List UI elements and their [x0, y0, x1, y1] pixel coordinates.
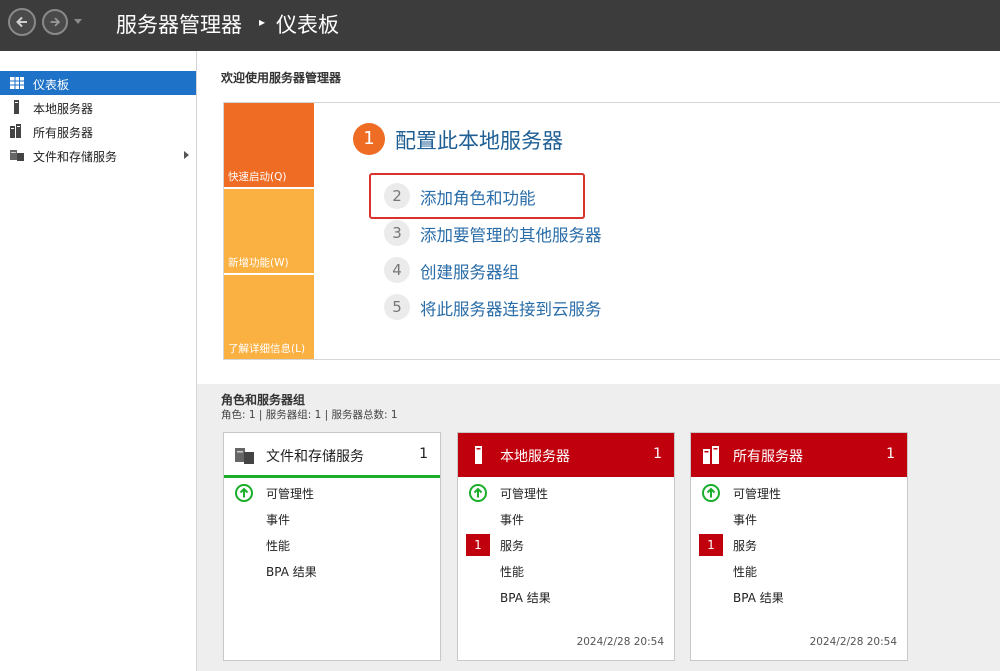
- breadcrumb-separator: ▸: [259, 15, 266, 29]
- step-number-2: 2: [384, 183, 410, 209]
- row-label: BPA 结果: [733, 591, 784, 605]
- services-alert-badge: 1: [699, 534, 723, 556]
- sidebar-item-label: 所有服务器: [33, 126, 94, 140]
- forward-button[interactable]: [42, 9, 68, 35]
- row-events[interactable]: 事件: [224, 507, 440, 531]
- forward-arrow-icon: [50, 17, 61, 27]
- tile-learn-more[interactable]: 了解详细信息(L): [224, 275, 314, 359]
- roles-title: 角色和服务器组: [221, 393, 306, 407]
- dashboard-icon: [10, 77, 24, 89]
- sidebar: 仪表板 本地服务器 所有服务器 文件和存储服务: [0, 51, 197, 671]
- ok-status-icon: [702, 484, 720, 502]
- step-configure-local-server[interactable]: 配置此本地服务器: [395, 125, 563, 155]
- servers-icon: [703, 446, 719, 464]
- sidebar-item-local-server[interactable]: 本地服务器: [0, 95, 196, 119]
- row-performance[interactable]: 性能: [691, 559, 907, 583]
- back-button[interactable]: [8, 8, 36, 36]
- row-services[interactable]: 1 服务: [691, 533, 907, 557]
- row-manageability[interactable]: 可管理性: [458, 481, 674, 505]
- step-number-3: 3: [384, 220, 410, 246]
- row-label: 事件: [266, 513, 291, 527]
- history-dropdown-icon[interactable]: [74, 19, 82, 24]
- welcome-panel: 快速启动(Q) 新增功能(W) 了解详细信息(L) 1 配置此本地服务器 2 添…: [223, 102, 1000, 360]
- role-card-file-storage[interactable]: 文件和存储服务 1 可管理性 事件 性能 BPA 结果: [223, 432, 441, 661]
- row-events[interactable]: 事件: [458, 507, 674, 531]
- row-manageability[interactable]: 可管理性: [691, 481, 907, 505]
- role-card-all-servers[interactable]: 所有服务器 1 可管理性 事件 1 服务 性能 BPA 结果 2024/2/28…: [690, 432, 908, 661]
- title-bar: 服务器管理器 ▸ 仪表板: [0, 0, 1000, 51]
- row-label: 性能: [266, 539, 291, 553]
- sidebar-item-dashboard[interactable]: 仪表板: [0, 71, 196, 95]
- roles-summary: 角色: 1 | 服务器组: 1 | 服务器总数: 1: [221, 409, 398, 421]
- step-number-5: 5: [384, 294, 410, 320]
- step-add-servers[interactable]: 添加要管理的其他服务器: [420, 222, 602, 246]
- row-manageability[interactable]: 可管理性: [224, 481, 440, 505]
- card-title: 本地服务器: [500, 449, 570, 465]
- tile-label: 新增功能(W): [228, 257, 289, 269]
- servers-icon: [10, 124, 21, 138]
- card-count: 1: [886, 446, 895, 462]
- tile-quick-start[interactable]: 快速启动(Q): [224, 103, 314, 187]
- file-storage-icon: [235, 448, 254, 464]
- step-number-4: 4: [384, 257, 410, 283]
- step-create-server-group[interactable]: 创建服务器组: [420, 259, 519, 283]
- tile-label: 快速启动(Q): [228, 171, 287, 183]
- row-events[interactable]: 事件: [691, 507, 907, 531]
- file-storage-icon: [10, 150, 24, 161]
- card-timestamp: 2024/2/28 20:54: [576, 636, 664, 648]
- row-label: 服务: [733, 539, 758, 553]
- sidebar-item-file-storage[interactable]: 文件和存储服务: [0, 143, 196, 167]
- ok-status-icon: [469, 484, 487, 502]
- welcome-title: 欢迎使用服务器管理器: [221, 71, 342, 85]
- row-services[interactable]: 1 服务: [458, 533, 674, 557]
- row-label: 性能: [500, 565, 525, 579]
- row-label: 可管理性: [266, 487, 315, 501]
- card-header[interactable]: 所有服务器 1: [691, 433, 907, 477]
- card-title: 所有服务器: [733, 449, 803, 465]
- row-label: 可管理性: [500, 487, 549, 501]
- ok-status-icon: [235, 484, 253, 502]
- step-connect-cloud[interactable]: 将此服务器连接到云服务: [420, 296, 602, 320]
- row-label: BPA 结果: [266, 565, 317, 579]
- row-bpa-results[interactable]: BPA 结果: [458, 585, 674, 609]
- roles-section: 角色和服务器组 角色: 1 | 服务器组: 1 | 服务器总数: 1 文件和存储…: [197, 384, 1000, 671]
- card-timestamp: 2024/2/28 20:54: [809, 636, 897, 648]
- row-performance[interactable]: 性能: [458, 559, 674, 583]
- row-bpa-results[interactable]: BPA 结果: [691, 585, 907, 609]
- back-arrow-icon: [16, 16, 27, 28]
- server-icon: [14, 100, 19, 114]
- row-label: 事件: [733, 513, 758, 527]
- row-label: BPA 结果: [500, 591, 551, 605]
- step-number-1: 1: [353, 123, 385, 155]
- row-label: 可管理性: [733, 487, 782, 501]
- services-alert-badge: 1: [466, 534, 490, 556]
- row-performance[interactable]: 性能: [224, 533, 440, 557]
- row-label: 服务: [500, 539, 525, 553]
- page-title: 仪表板: [276, 13, 339, 37]
- card-header[interactable]: 本地服务器 1: [458, 433, 674, 477]
- expand-arrow-icon[interactable]: [184, 151, 189, 159]
- sidebar-item-label: 文件和存储服务: [33, 150, 118, 164]
- app-title: 服务器管理器: [116, 13, 242, 37]
- sidebar-item-all-servers[interactable]: 所有服务器: [0, 119, 196, 143]
- sidebar-item-label: 仪表板: [33, 78, 70, 92]
- main-content: 欢迎使用服务器管理器 快速启动(Q) 新增功能(W) 了解详细信息(L) 1 配…: [197, 51, 1000, 671]
- row-label: 性能: [733, 565, 758, 579]
- card-title: 文件和存储服务: [266, 449, 364, 465]
- server-icon: [475, 446, 482, 464]
- step-add-roles-features[interactable]: 添加角色和功能: [420, 185, 536, 209]
- tile-whats-new[interactable]: 新增功能(W): [224, 189, 314, 273]
- role-card-local-server[interactable]: 本地服务器 1 可管理性 事件 1 服务 性能 BPA 结果 2024/2/28…: [457, 432, 675, 661]
- card-count: 1: [419, 446, 428, 462]
- card-header[interactable]: 文件和存储服务 1: [224, 433, 440, 478]
- row-bpa-results[interactable]: BPA 结果: [224, 559, 440, 583]
- row-label: 事件: [500, 513, 525, 527]
- tile-label: 了解详细信息(L): [228, 343, 306, 355]
- card-count: 1: [653, 446, 662, 462]
- sidebar-item-label: 本地服务器: [33, 102, 94, 116]
